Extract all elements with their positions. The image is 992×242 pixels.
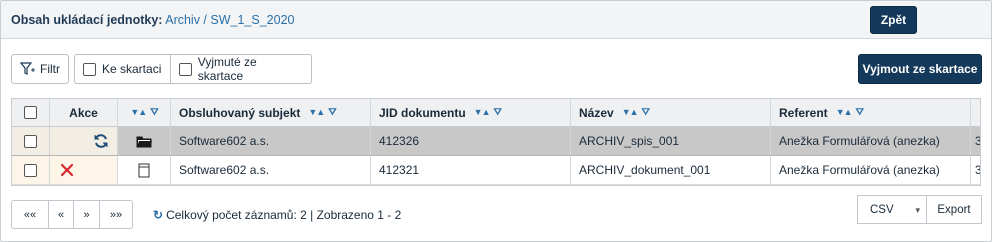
documents-table: Akce ▼▲ ⛛ Obsluhovaný subjekt ▼▲ ⛛ JID dok…	[11, 98, 981, 186]
table-row[interactable]: Software602 a.s. 412326 ARCHIV_spis_001 …	[12, 127, 980, 156]
header-select-cell	[12, 99, 50, 126]
ke-skartaci-toggle[interactable]: Ke skartaci	[74, 54, 171, 84]
filter-button[interactable]: Filtr	[11, 54, 69, 84]
table-row[interactable]: Software602 a.s. 412321 ARCHIV_dokument_…	[12, 156, 980, 185]
row-checkbox[interactable]	[24, 134, 37, 148]
header-name-label: Název	[579, 105, 614, 120]
cell-overflow: 3	[971, 127, 980, 155]
row-select-cell	[12, 127, 50, 155]
header-overflow	[971, 99, 980, 126]
row-select-cell	[12, 156, 50, 184]
refresh-icon[interactable]: ↻	[153, 208, 163, 222]
filter-label: Filtr	[40, 62, 60, 76]
cell-referent: Anežka Formulářová (anezka)	[771, 127, 971, 155]
funnel-icon	[20, 62, 35, 75]
header-subject[interactable]: Obsluhovaný subjekt ▼▲ ⛛	[171, 99, 371, 126]
refresh-icon[interactable]	[93, 133, 109, 149]
document-icon	[138, 163, 150, 177]
column-filter-icon: ⛛	[493, 107, 502, 118]
sort-arrows-icon[interactable]: ▼▲ ⛛	[836, 107, 864, 118]
header-jid[interactable]: JID dokumentu ▼▲ ⛛	[371, 99, 571, 126]
content-panel: Obsah ukládací jednotky: Archiv / SW_1_S…	[0, 0, 992, 242]
cell-subject: Software602 a.s.	[171, 127, 371, 155]
sort-arrows-icon[interactable]: ▼▲ ⛛	[474, 107, 502, 118]
cell-name: ARCHIV_dokument_001	[571, 156, 771, 184]
title-label: Obsah ukládací jednotky:	[11, 13, 163, 27]
sort-arrows-icon[interactable]: ▼▲ ⛛	[130, 107, 158, 118]
select-all-checkbox[interactable]	[24, 106, 37, 119]
back-button[interactable]: Zpět	[870, 6, 917, 34]
header-referent[interactable]: Referent ▼▲ ⛛	[771, 99, 971, 126]
panel-header: Obsah ukládací jednotky: Archiv / SW_1_S…	[1, 1, 991, 39]
cell-subject: Software602 a.s.	[171, 156, 371, 184]
header-type[interactable]: ▼▲ ⛛	[118, 99, 171, 126]
export-format-select[interactable]: CSV ▾	[857, 195, 927, 224]
header-jid-label: JID dokumentu	[379, 105, 466, 120]
column-filter-icon: ⛛	[150, 107, 158, 118]
cell-name: ARCHIV_spis_001	[571, 127, 771, 155]
delete-x-icon[interactable]	[60, 163, 74, 177]
vyjmute-toggle[interactable]: Vyjmuté ze skartace	[170, 54, 312, 84]
breadcrumb[interactable]: Archiv / SW_1_S_2020	[165, 13, 294, 27]
folder-icon	[136, 136, 152, 147]
header-subject-label: Obsluhovaný subjekt	[179, 105, 301, 120]
row-type	[118, 127, 171, 155]
last-page-button[interactable]: »»	[99, 200, 133, 229]
sort-arrows-icon[interactable]: ▼▲ ⛛	[308, 107, 336, 118]
header-akce: Akce	[50, 99, 118, 126]
row-actions	[50, 156, 118, 184]
first-page-button[interactable]: ««	[11, 200, 49, 229]
header-name[interactable]: Název ▼▲ ⛛	[571, 99, 771, 126]
remove-from-shredding-button[interactable]: Vyjmout ze skartace	[858, 54, 982, 84]
chevron-down-icon: ▾	[915, 205, 920, 215]
record-count-text: Celkový počet záznamů: 2 | Zobrazeno 1 -…	[166, 208, 402, 222]
export-format-value: CSV	[870, 203, 894, 216]
ke-skartaci-label: Ke skartaci	[102, 62, 162, 76]
cell-jid: 412326	[371, 127, 571, 155]
cell-referent: Anežka Formulářová (anezka)	[771, 156, 971, 184]
cell-jid: 412321	[371, 156, 571, 184]
vyjmute-checkbox[interactable]	[179, 62, 192, 76]
row-checkbox[interactable]	[24, 163, 37, 177]
table-header-row: Akce ▼▲ ⛛ Obsluhovaný subjekt ▼▲ ⛛ JID dok…	[12, 99, 980, 127]
vyjmute-label: Vyjmuté ze skartace	[197, 55, 257, 83]
page-title: Obsah ukládací jednotky: Archiv / SW_1_S…	[11, 13, 294, 27]
export-button[interactable]: Export	[927, 195, 982, 224]
cell-overflow: 3	[971, 156, 980, 184]
sort-arrows-icon[interactable]: ▼▲ ⛛	[622, 107, 650, 118]
column-filter-icon: ⛛	[641, 107, 650, 118]
next-page-button[interactable]: »	[73, 200, 100, 229]
prev-page-button[interactable]: «	[48, 200, 74, 229]
row-type	[118, 156, 171, 184]
column-filter-icon: ⛛	[855, 107, 864, 118]
record-count: ↻ Celkový počet záznamů: 2 | Zobrazeno 1 …	[153, 208, 401, 222]
column-filter-icon: ⛛	[328, 107, 336, 118]
ke-skartaci-checkbox[interactable]	[83, 62, 96, 76]
header-referent-label: Referent	[779, 105, 828, 120]
row-actions	[50, 127, 118, 155]
